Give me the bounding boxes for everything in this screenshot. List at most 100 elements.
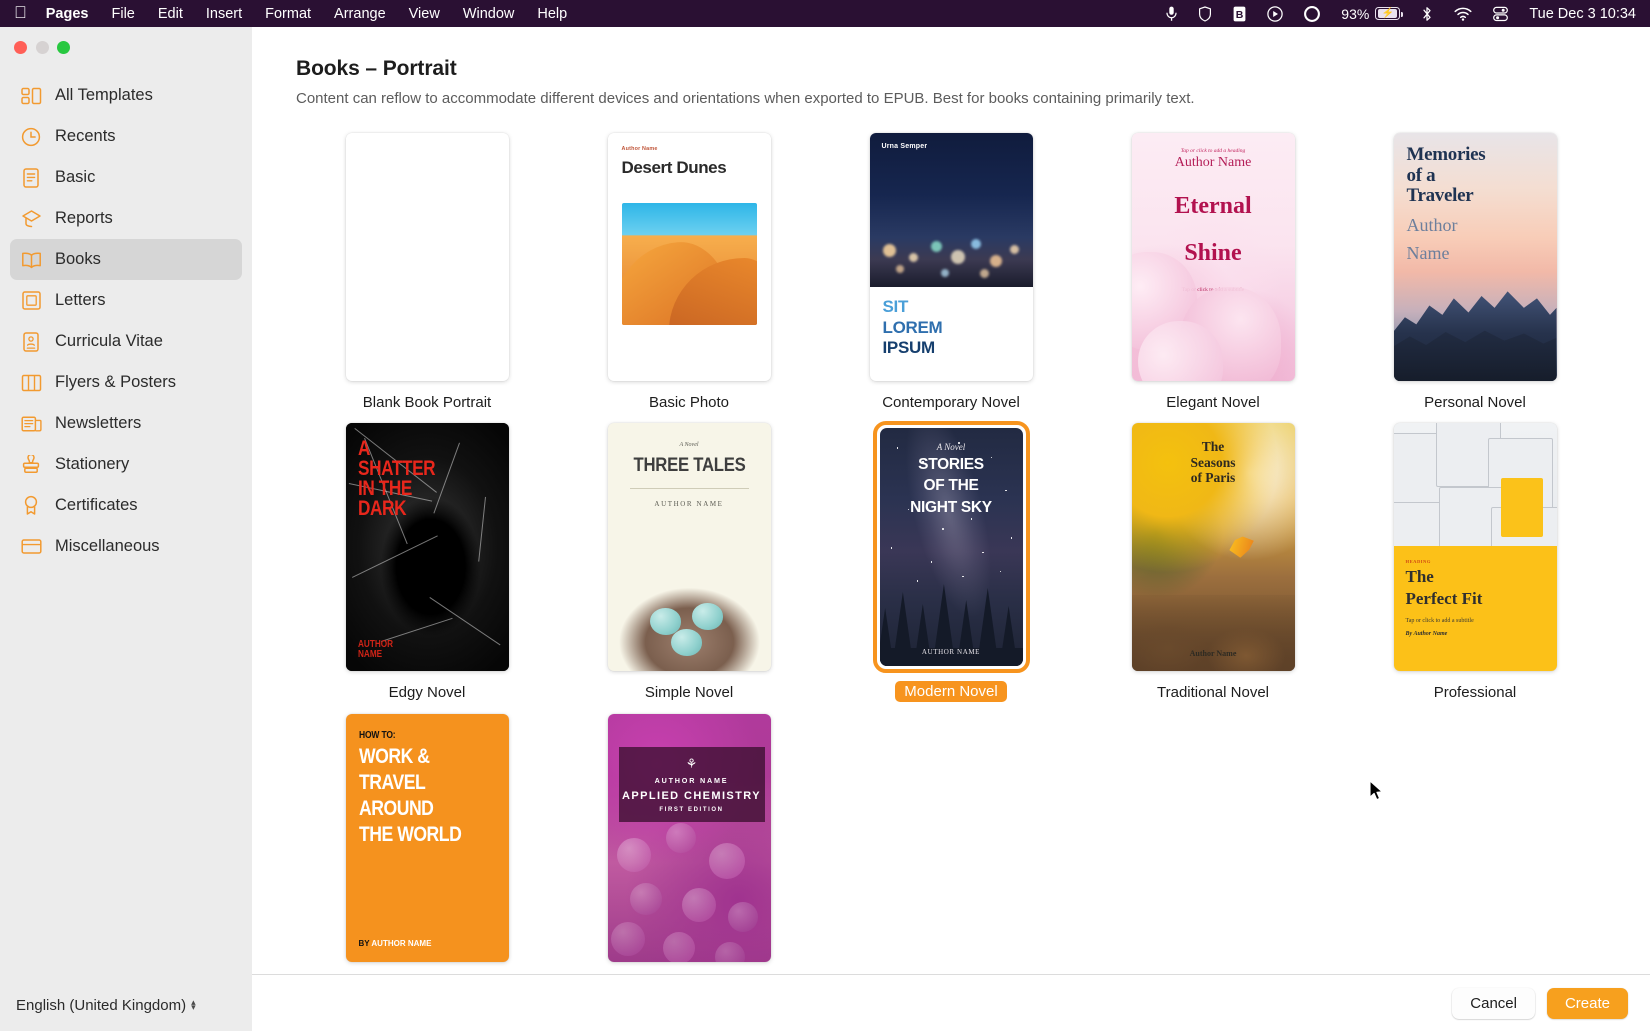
template-thumbnail[interactable]: Tap or click to add a heading Author Nam… xyxy=(1125,131,1301,383)
bitwarden-icon[interactable]: B xyxy=(1233,6,1246,22)
shield-icon[interactable] xyxy=(1198,6,1212,22)
template-thumbnail[interactable]: ⚘ AUTHOR NAME APPLIED CHEMISTRY FIRST ED… xyxy=(601,712,777,964)
template-label: Elegant Novel xyxy=(1166,394,1259,411)
cover-heading-hint: Tap or click to add a heading xyxy=(1132,148,1295,154)
template-thumbnail[interactable]: Memories of a Traveler Author Name xyxy=(1387,131,1563,383)
cv-icon xyxy=(20,331,42,353)
record-circle-icon[interactable] xyxy=(1304,6,1320,22)
template-card-simple-novel[interactable]: A Novel THREE TALES AUTHOR NAME Simple N… xyxy=(558,421,820,702)
sidebar-item-newsletters[interactable]: Newsletters xyxy=(10,403,242,444)
sidebar-item-letters[interactable]: Letters xyxy=(10,280,242,321)
menu-item-arrange[interactable]: Arrange xyxy=(334,6,386,22)
menu-item-view[interactable]: View xyxy=(409,6,440,22)
template-grid: Blank Book Portrait Author Name Desert D… xyxy=(296,131,1606,974)
template-card-blank-book-portrait[interactable]: Blank Book Portrait xyxy=(296,131,558,411)
menu-bar-clock[interactable]: Tue Dec 3 10:34 xyxy=(1529,6,1636,22)
template-thumbnail[interactable]: HOW TO: WORK & TRAVEL AROUND THE WORLD B… xyxy=(339,712,515,964)
menu-item-edit[interactable]: Edit xyxy=(158,6,183,22)
template-label: Contemporary Novel xyxy=(882,394,1020,411)
template-card-personal-novel[interactable]: Memories of a Traveler Author Name Perso… xyxy=(1344,131,1606,411)
menu-item-format[interactable]: Format xyxy=(265,6,311,22)
template-card-modern-novel[interactable]: A Novel STORIES OF THE NIGHT SKY xyxy=(820,421,1082,702)
template-chooser-window: All Templates Recents Basic Reports xyxy=(0,27,1650,1031)
template-label: Basic Photo xyxy=(649,394,729,411)
cover-title-line-1: The xyxy=(1132,439,1295,455)
cover-title-line-1: WORK & xyxy=(359,746,471,767)
cover-blank-book-portrait xyxy=(346,133,509,381)
sidebar-item-curricula-vitae[interactable]: Curricula Vitae xyxy=(10,321,242,362)
wifi-icon[interactable] xyxy=(1454,7,1472,21)
chevron-updown-icon: ▴▾ xyxy=(191,1000,196,1010)
template-thumbnail[interactable]: A SHATTER IN THE DARK AUTHOR NAME xyxy=(339,421,515,673)
sidebar-item-certificates[interactable]: Certificates xyxy=(10,485,242,526)
cover-title-line-1: Memories xyxy=(1407,145,1544,166)
newsletter-icon xyxy=(20,413,42,435)
template-thumbnail[interactable]: Author Name Desert Dunes xyxy=(601,131,777,383)
template-thumbnail[interactable]: The Seasons of Paris Author Name xyxy=(1125,421,1301,673)
menu-item-insert[interactable]: Insert xyxy=(206,6,242,22)
menu-bar-status-area: B 93% ⚡ Tue Dec 3 10:34 xyxy=(1166,6,1636,22)
sidebar-item-miscellaneous[interactable]: Miscellaneous xyxy=(10,526,242,567)
template-thumbnail-selected[interactable]: A Novel STORIES OF THE NIGHT SKY xyxy=(873,421,1030,673)
sidebar-item-label: Flyers & Posters xyxy=(55,373,176,392)
menu-item-pages[interactable]: Pages xyxy=(46,6,89,22)
sidebar-item-flyers-posters[interactable]: Flyers & Posters xyxy=(10,362,242,403)
sidebar-item-label: Books xyxy=(55,250,101,269)
template-thumbnail[interactable] xyxy=(339,131,515,383)
cover-edition: FIRST EDITION xyxy=(659,807,723,813)
template-card-edgy-novel[interactable]: A SHATTER IN THE DARK AUTHOR NAME Edgy N… xyxy=(296,421,558,702)
sidebar-item-stationery[interactable]: Stationery xyxy=(10,444,242,485)
cover-author: AUTHOR NAME xyxy=(371,939,431,948)
language-selector[interactable]: English (United Kingdom) ▴▾ xyxy=(0,979,252,1031)
sidebar-item-recents[interactable]: Recents xyxy=(10,116,242,157)
cover-author: Author Name xyxy=(1132,155,1295,171)
cover-title-band: ⚘ AUTHOR NAME APPLIED CHEMISTRY FIRST ED… xyxy=(619,747,765,822)
menu-item-file[interactable]: File xyxy=(111,6,134,22)
menu-bar:  Pages File Edit Insert Format Arrange … xyxy=(0,0,1650,27)
cover-author-block: AUTHOR NAME xyxy=(358,640,393,659)
template-card-instructional[interactable]: HOW TO: WORK & TRAVEL AROUND THE WORLD B… xyxy=(296,712,558,974)
minimise-window-button[interactable] xyxy=(36,41,49,54)
cover-title-line-3: IN THE xyxy=(358,479,472,499)
cover-author: By Author Name xyxy=(1406,631,1545,637)
template-card-elegant-novel[interactable]: Tap or click to add a heading Author Nam… xyxy=(1082,131,1344,411)
sidebar-item-label: All Templates xyxy=(55,86,153,105)
cover-title-line-1: A xyxy=(358,439,472,459)
bluetooth-icon[interactable] xyxy=(1421,6,1433,22)
apple-menu-icon[interactable]:  xyxy=(14,4,27,21)
cover-author: Urna Semper xyxy=(882,143,928,150)
play-circle-icon[interactable] xyxy=(1267,6,1283,22)
sidebar-item-basic[interactable]: Basic xyxy=(10,157,242,198)
cover-title-line-4: THE WORLD xyxy=(359,824,471,845)
template-card-professional[interactable]: HEADING The Perfect Fit Tap or click to … xyxy=(1344,421,1606,702)
template-thumbnail[interactable]: HEADING The Perfect Fit Tap or click to … xyxy=(1387,421,1563,673)
cover-title: APPLIED CHEMISTRY xyxy=(622,790,761,802)
zoom-window-button[interactable] xyxy=(57,41,70,54)
create-button[interactable]: Create xyxy=(1547,988,1628,1019)
menu-item-help[interactable]: Help xyxy=(537,6,567,22)
close-window-button[interactable] xyxy=(14,41,27,54)
cover-author-line-2: Name xyxy=(1407,243,1544,263)
cover-art-nest xyxy=(608,551,771,671)
sidebar-category-list: All Templates Recents Basic Reports xyxy=(0,75,252,979)
cover-edgy-novel: A SHATTER IN THE DARK AUTHOR NAME xyxy=(346,423,509,671)
battery-status[interactable]: 93% ⚡ xyxy=(1341,6,1400,22)
cover-basic-photo: Author Name Desert Dunes xyxy=(608,133,771,381)
template-card-traditional-novel[interactable]: The Seasons of Paris Author Name Traditi… xyxy=(1082,421,1344,702)
template-card-basic-photo[interactable]: Author Name Desert Dunes Basic Photo xyxy=(558,131,820,411)
cover-title-line-1: STORIES xyxy=(880,457,1023,473)
sidebar-item-all-templates[interactable]: All Templates xyxy=(10,75,242,116)
sidebar-item-reports[interactable]: Reports xyxy=(10,198,242,239)
template-card-contemporary-novel[interactable]: Urna Semper xyxy=(820,131,1082,411)
control-center-icon[interactable] xyxy=(1493,6,1508,22)
template-scroll-area[interactable]: Books – Portrait Content can reflow to a… xyxy=(252,27,1650,974)
sidebar-item-books[interactable]: Books xyxy=(10,239,242,280)
template-thumbnail[interactable]: Urna Semper xyxy=(863,131,1039,383)
template-thumbnail[interactable]: A Novel THREE TALES AUTHOR NAME xyxy=(601,421,777,673)
cover-title: THREE TALES xyxy=(617,455,760,477)
microphone-icon[interactable] xyxy=(1166,6,1177,22)
template-card-textbook[interactable]: ⚘ AUTHOR NAME APPLIED CHEMISTRY FIRST ED… xyxy=(558,712,820,974)
cover-author-line-1: Author xyxy=(1407,215,1544,235)
menu-item-window[interactable]: Window xyxy=(463,6,515,22)
cancel-button[interactable]: Cancel xyxy=(1452,988,1535,1019)
